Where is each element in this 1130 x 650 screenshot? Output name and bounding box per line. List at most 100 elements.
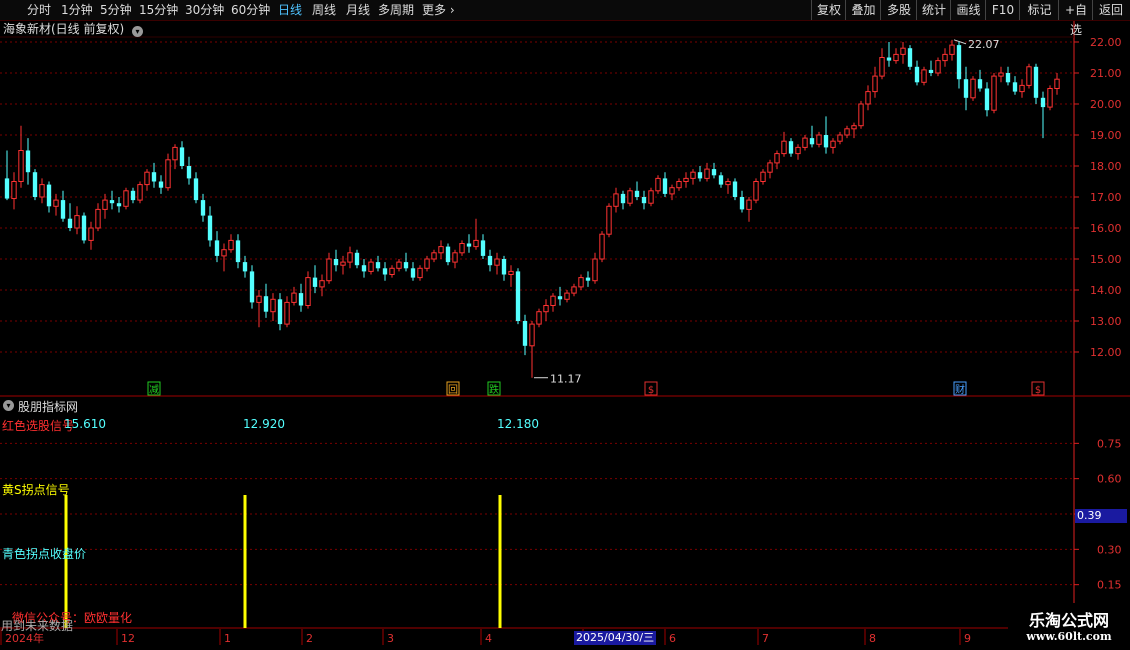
candle-body xyxy=(179,147,185,166)
date-label: 2 xyxy=(306,632,313,645)
candle-body xyxy=(123,190,129,207)
candle-body xyxy=(802,137,808,148)
period-tab-2[interactable]: 5分钟 xyxy=(100,0,132,20)
candle-body xyxy=(641,197,647,204)
candle-body xyxy=(375,262,381,269)
candle-body xyxy=(46,184,52,207)
toolbar-button-8[interactable]: 返回 xyxy=(1092,0,1129,20)
candle-body xyxy=(221,249,227,257)
candle-body xyxy=(263,296,269,312)
period-tab-7[interactable]: 周线 xyxy=(312,0,336,20)
candle-body xyxy=(907,48,913,67)
candle-body xyxy=(130,190,136,201)
period-toolbar: 分时 1分钟 5分钟 15分钟 30分钟 60分钟 日线 周线 月线 多周期 更多 › 复权 叠加 多股统… xyxy=(0,0,1130,37)
period-tab-9[interactable]: 多周期 xyxy=(378,0,414,20)
candle-body xyxy=(109,200,115,204)
candle-body xyxy=(284,301,290,325)
value-3: 12.180 xyxy=(497,417,539,431)
candle-body xyxy=(487,255,493,266)
candle-body xyxy=(767,162,773,173)
future-data-label: 用到未来数据 xyxy=(1,619,74,633)
candle-body xyxy=(718,175,724,185)
period-tab-0[interactable]: 分时 xyxy=(27,0,51,20)
toolbar-button-2[interactable]: 多股 xyxy=(880,0,917,20)
toolbar-button-5[interactable]: F10 xyxy=(985,0,1020,20)
date-label: 7 xyxy=(762,632,769,645)
cyan-signal-label: 青色拐点收盘价 xyxy=(2,547,87,561)
period-tab-8[interactable]: 月线 xyxy=(346,0,370,20)
date-label: 9 xyxy=(964,632,971,645)
candle-body xyxy=(361,265,367,272)
candle-body xyxy=(403,262,409,269)
price-tick-label: 22.00 xyxy=(1090,36,1122,49)
candle-body xyxy=(137,184,143,201)
candle-body xyxy=(858,103,864,127)
candle-body xyxy=(1047,88,1053,108)
candle-body xyxy=(88,227,94,241)
candle-body xyxy=(438,246,444,254)
candle-body xyxy=(249,271,255,303)
candle-body xyxy=(501,259,507,275)
candle-body xyxy=(914,66,920,83)
candle-body xyxy=(214,240,220,256)
candle-body xyxy=(564,292,570,300)
candle-body xyxy=(445,246,451,263)
candle-body xyxy=(39,184,45,198)
collapse-icon[interactable]: ▾ xyxy=(3,400,14,411)
candle-body xyxy=(837,134,843,142)
candle-body xyxy=(851,125,857,130)
candle-body xyxy=(998,72,1004,77)
candle-body xyxy=(676,181,682,189)
candle-body xyxy=(879,57,885,77)
candle-body xyxy=(669,187,675,195)
candle-body xyxy=(788,141,794,154)
candle-body xyxy=(193,178,199,201)
period-tab-3[interactable]: 15分钟 xyxy=(139,0,178,20)
period-tab-4[interactable]: 30分钟 xyxy=(185,0,224,20)
toolbar-button-6[interactable]: 标记 xyxy=(1019,0,1059,20)
toolbar-button-1[interactable]: 叠加 xyxy=(845,0,881,20)
toolbar-button-3[interactable]: 统计 xyxy=(916,0,951,20)
watermark-url: www.60lt.com xyxy=(1026,630,1112,643)
candle-body xyxy=(326,258,332,282)
signal-bar xyxy=(498,495,502,628)
date-label: 1 xyxy=(224,632,231,645)
price-tick-label: 16.00 xyxy=(1090,222,1122,235)
candle-body xyxy=(683,177,689,182)
candle-body xyxy=(235,240,241,263)
indicator-tick-label: 0.75 xyxy=(1097,437,1122,450)
toolbar-button-7[interactable]: +自选 xyxy=(1058,0,1093,37)
toolbar-button-4[interactable]: 画线 xyxy=(950,0,986,20)
indicator-title-text: 股朋指标网 xyxy=(18,400,79,414)
candle-body xyxy=(410,268,416,278)
signal-bar xyxy=(243,495,247,628)
date-label: 12 xyxy=(121,632,135,645)
candle-body xyxy=(970,78,976,99)
candle-body xyxy=(529,323,535,347)
period-tab-10[interactable]: 更多 › xyxy=(422,0,455,20)
candle-body xyxy=(431,252,437,260)
candle-body xyxy=(550,295,556,307)
candle-body xyxy=(333,259,339,266)
candle-body xyxy=(963,79,969,98)
period-tab-1[interactable]: 1分钟 xyxy=(61,0,93,20)
candle-body xyxy=(522,321,528,346)
candle-body xyxy=(480,240,486,256)
candle-body xyxy=(627,190,633,204)
candle-body xyxy=(732,181,738,197)
date-label: 3 xyxy=(387,632,394,645)
event-marker: 减 xyxy=(149,384,159,396)
period-tab-5[interactable]: 60分钟 xyxy=(231,0,270,20)
candle-body xyxy=(592,258,598,282)
price-tick-label: 17.00 xyxy=(1090,191,1122,204)
candle-body xyxy=(781,140,787,155)
event-marker: 财 xyxy=(955,383,965,396)
candle-body xyxy=(1026,66,1032,86)
candle-body xyxy=(543,305,549,313)
period-tab-6[interactable]: 日线 xyxy=(278,0,302,20)
stock-title[interactable]: 海象新材(日线 前复权) ▾ xyxy=(3,21,144,37)
toolbar-button-0[interactable]: 复权 xyxy=(811,0,846,20)
dropdown-icon[interactable]: ▾ xyxy=(132,26,144,37)
candle-body xyxy=(753,181,759,201)
candle-body xyxy=(200,200,206,216)
